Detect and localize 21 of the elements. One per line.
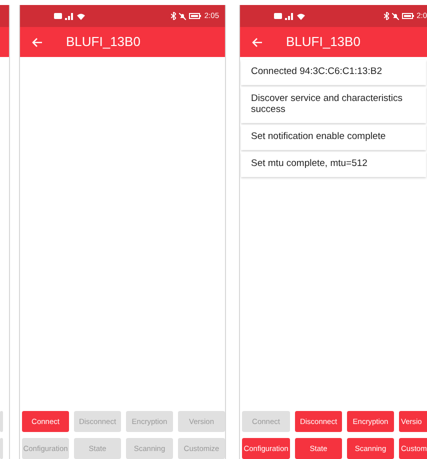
- signal-icon: [65, 12, 74, 20]
- wifi-icon: [297, 12, 305, 20]
- sim-icon: [274, 13, 282, 19]
- battery-icon: [189, 13, 202, 19]
- app-bar: [0, 5, 9, 57]
- mute-icon: [392, 12, 399, 20]
- screen-title: BLUFI_13B0: [66, 33, 140, 52]
- log-message: Connected 94:3C:C6:C1:13:B2: [241, 60, 426, 85]
- log-message: Set mtu complete, mtu=512: [241, 152, 426, 177]
- battery-icon: [402, 13, 414, 19]
- log-message: Set notification enable complete: [241, 124, 426, 150]
- sim-icon: [54, 13, 62, 19]
- bluetooth-icon: [384, 12, 389, 20]
- log-message: Discover service and characteristics success: [241, 86, 426, 123]
- mute-icon: [179, 12, 186, 20]
- wifi-icon: [77, 12, 85, 20]
- screen-title: BLUFI_13B0: [286, 33, 360, 52]
- back-arrow-icon[interactable]: [32, 38, 42, 46]
- back-arrow-icon[interactable]: [252, 38, 262, 46]
- signal-icon: [285, 12, 294, 20]
- bluetooth-icon: [171, 12, 176, 20]
